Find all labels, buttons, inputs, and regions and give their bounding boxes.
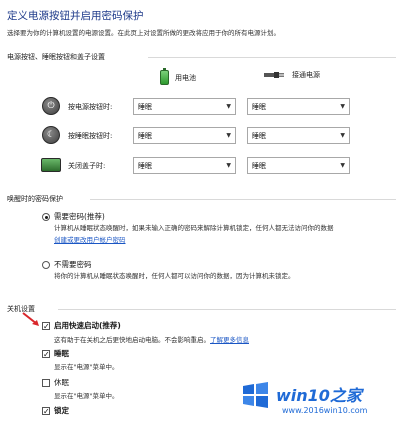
- fast-startup-desc: 这有助于在关机之后更快地启动电脑。不会影响重启。了解更多信息: [54, 334, 249, 344]
- chevron-down-icon: ▼: [226, 132, 231, 139]
- sleep-button-battery-select[interactable]: 睡眠 ▼: [133, 127, 236, 144]
- page-title: 定义电源按钮并启用密码保护: [7, 10, 144, 22]
- battery-column-label: 用电池: [175, 73, 196, 82]
- select-value: 睡眠: [138, 161, 152, 170]
- require-password-radio[interactable]: [42, 213, 50, 221]
- lid-close-battery-select[interactable]: 睡眠 ▼: [133, 157, 236, 174]
- sleep-menu-desc: 显示在"电源"菜单中。: [54, 363, 119, 371]
- sleep-checkbox[interactable]: ✓: [42, 350, 50, 359]
- chevron-down-icon: ▼: [340, 103, 345, 110]
- chevron-down-icon: ▼: [340, 132, 345, 139]
- select-value: 睡眠: [252, 161, 266, 170]
- page-subtitle: 选择要为你的计算机设置的电源设置。在此页上对设置所做的更改将应用于你的所有电源计…: [7, 29, 280, 37]
- windows-logo-icon: [243, 382, 268, 408]
- hibernate-menu-desc: 显示在"电源"菜单中。: [54, 392, 119, 400]
- no-password-radio[interactable]: [42, 261, 50, 269]
- chevron-down-icon: ▼: [226, 162, 231, 169]
- learn-more-link[interactable]: 了解更多信息: [210, 336, 249, 344]
- change-password-link[interactable]: 创建或更改用户帐户密码: [54, 235, 126, 246]
- sleep-button-label: 按睡眠按钮时:: [68, 132, 113, 140]
- plug-icon: [264, 72, 284, 78]
- select-value: 睡眠: [252, 102, 266, 111]
- wake-password-section-label: 唤醒时的密码保护: [7, 195, 63, 203]
- no-password-desc: 将你的计算机从睡眠状态唤醒时，任何人都可以访问你的数据，因为计算机未锁定。: [54, 272, 295, 280]
- watermark-url: www.2016win10.com: [282, 406, 368, 415]
- battery-icon: [160, 68, 169, 85]
- power-button-label: 按电源按钮时:: [68, 103, 113, 111]
- section-divider: [58, 309, 396, 310]
- lid-close-plugged-select[interactable]: 睡眠 ▼: [247, 157, 350, 174]
- hibernate-menu-label: 休眠: [54, 378, 69, 387]
- power-icon: ⏻: [42, 97, 60, 115]
- section-divider: [90, 199, 396, 200]
- power-button-battery-select[interactable]: 睡眠 ▼: [133, 98, 236, 115]
- laptop-lid-icon: [41, 158, 61, 172]
- section-divider: [148, 57, 396, 58]
- plugged-column-label: 接通电源: [292, 71, 320, 79]
- chevron-down-icon: ▼: [340, 162, 345, 169]
- battery-column-header: 用电池: [160, 68, 196, 85]
- red-arrow-icon: [22, 312, 39, 326]
- require-password-label: 需要密码(推荐): [54, 212, 105, 221]
- watermark: win10之家 www.2016win10.com: [238, 378, 400, 422]
- no-password-label: 不需要密码: [54, 260, 92, 269]
- sleep-button-plugged-select[interactable]: 睡眠 ▼: [247, 127, 350, 144]
- plugged-column-header: 接通电源: [264, 70, 320, 80]
- fast-startup-label: 启用快速启动(推荐): [54, 321, 121, 330]
- lock-checkbox[interactable]: ✓: [42, 407, 50, 416]
- power-button-plugged-select[interactable]: 睡眠 ▼: [247, 98, 350, 115]
- select-value: 睡眠: [138, 131, 152, 140]
- watermark-brand: win10之家: [276, 386, 362, 405]
- power-buttons-section-label: 电源按钮、睡眠按钮和盖子设置: [7, 53, 105, 61]
- fast-startup-desc-text: 这有助于在关机之后更快地启动电脑。不会影响重启。: [54, 336, 210, 344]
- chevron-down-icon: ▼: [226, 103, 231, 110]
- require-password-desc: 计算机从睡眠状态唤醒时，如果未输入正确的密码来解除计算机锁定，任何人都无法访问你…: [54, 224, 334, 232]
- select-value: 睡眠: [252, 131, 266, 140]
- select-value: 睡眠: [138, 102, 152, 111]
- sleep-icon: ☾: [42, 126, 60, 144]
- hibernate-checkbox[interactable]: [42, 379, 50, 387]
- sleep-menu-label: 睡眠: [54, 349, 69, 358]
- fast-startup-checkbox[interactable]: ✓: [42, 322, 50, 331]
- lid-close-label: 关闭盖子时:: [68, 162, 106, 170]
- lock-menu-label: 锁定: [54, 406, 69, 415]
